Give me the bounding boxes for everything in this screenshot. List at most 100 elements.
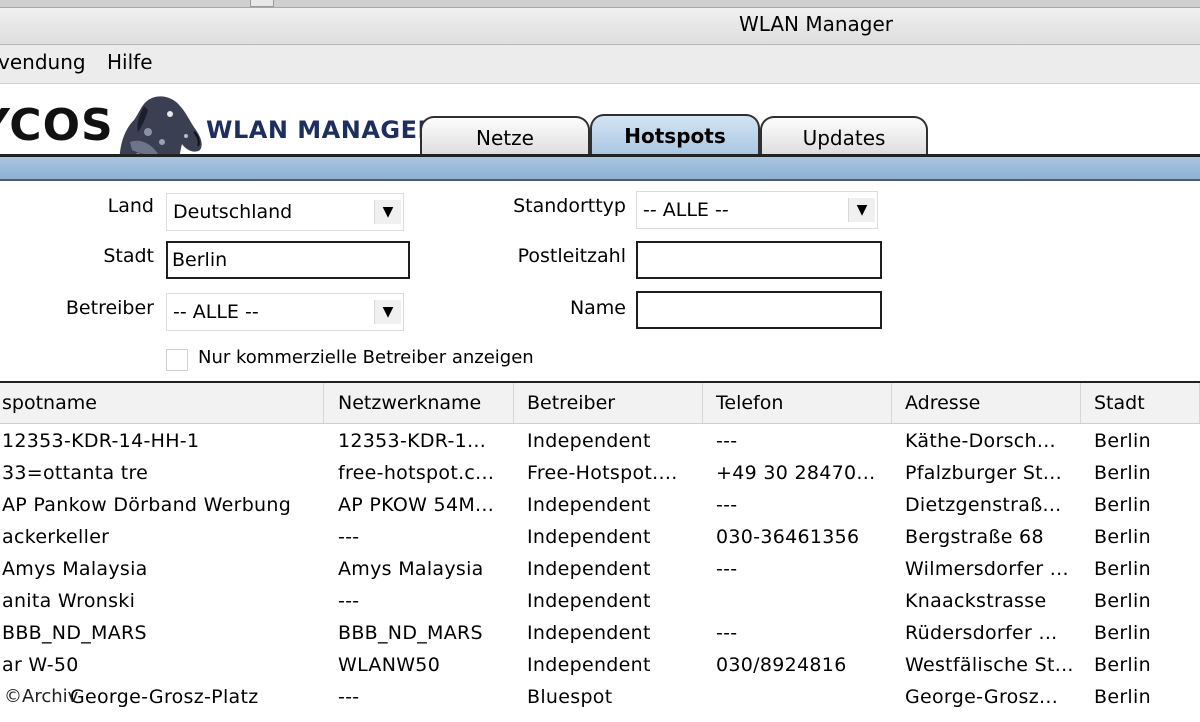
commercial-only-checkbox[interactable] bbox=[166, 349, 188, 371]
chevron-down-icon[interactable]: ▼ bbox=[848, 198, 875, 222]
table-cell: Westfälische St... bbox=[905, 654, 1074, 676]
table-cell: Berlin bbox=[1094, 526, 1151, 548]
table-cell: Rüdersdorfer ... bbox=[905, 622, 1058, 644]
standorttyp-select[interactable]: -- ALLE -- ▼ bbox=[636, 191, 878, 229]
column-header-hotspotname[interactable]: spotname bbox=[0, 383, 324, 423]
commercial-only-label: Nur kommerzielle Betreiber anzeigen bbox=[198, 347, 534, 368]
table-cell: anita Wronski bbox=[2, 590, 136, 612]
table-cell: Käthe-Dorsch... bbox=[905, 430, 1056, 452]
postleitzahl-label: Postleitzahl bbox=[517, 245, 626, 267]
table-cell: Berlin bbox=[1094, 686, 1151, 708]
table-cell: free-hotspot.c... bbox=[338, 462, 495, 484]
table-cell: Bergstraße 68 bbox=[905, 526, 1044, 548]
table-cell: 33=ottanta tre bbox=[2, 462, 149, 484]
table-row[interactable]: anita Wronski --- Independent Knaackstra… bbox=[0, 585, 1200, 617]
archive-watermark: ©Archiv bbox=[4, 686, 79, 707]
betreiber-select-value: -- ALLE -- bbox=[173, 301, 259, 323]
table-cell: Dietzgenstraß... bbox=[905, 494, 1062, 516]
betreiber-select[interactable]: -- ALLE -- ▼ bbox=[166, 293, 404, 331]
table-cell: Wilmersdorfer ... bbox=[905, 558, 1069, 580]
table-cell: Amys Malaysia bbox=[2, 558, 148, 580]
tab-hotspots[interactable]: Hotspots bbox=[590, 114, 760, 156]
table-cell: George-Grosz-Platz bbox=[70, 686, 259, 708]
tab-netze[interactable]: Netze bbox=[420, 116, 590, 156]
table-cell: Free-Hotspot.... bbox=[527, 462, 678, 484]
table-cell: Amys Malaysia bbox=[338, 558, 484, 580]
name-input[interactable] bbox=[636, 291, 882, 329]
table-cell: --- bbox=[338, 590, 360, 612]
table-cell: Berlin bbox=[1094, 430, 1151, 452]
menu-item-hilfe[interactable]: Hilfe bbox=[107, 50, 153, 74]
window-title: WLAN Manager bbox=[738, 12, 894, 36]
table-cell: WLANW50 bbox=[338, 654, 441, 676]
table-cell: Independent bbox=[527, 526, 651, 548]
standorttyp-label: Standorttyp bbox=[513, 195, 626, 217]
table-cell: --- bbox=[716, 430, 738, 452]
table-cell: Pfalzburger St... bbox=[905, 462, 1062, 484]
table-cell: Berlin bbox=[1094, 494, 1151, 516]
table-cell bbox=[704, 585, 892, 617]
land-select-value: Deutschland bbox=[173, 201, 293, 223]
table-row[interactable]: 33=ottanta tre free-hotspot.c... Free-Ho… bbox=[0, 457, 1200, 489]
menu-item-anwendung[interactable]: vendung bbox=[0, 50, 86, 74]
table-cell: AP PKOW 54M... bbox=[338, 494, 495, 516]
table-cell: Berlin bbox=[1094, 590, 1151, 612]
column-header-betreiber[interactable]: Betreiber bbox=[515, 383, 703, 423]
table-cell: Independent bbox=[527, 430, 651, 452]
table-cell: ackerkeller bbox=[2, 526, 110, 548]
window-strip-handle bbox=[250, 0, 274, 7]
table-row[interactable]: AP Pankow Dörband Werbung AP PKOW 54M...… bbox=[0, 489, 1200, 521]
table-cell: --- bbox=[338, 526, 360, 548]
column-header-telefon[interactable]: Telefon bbox=[704, 383, 892, 423]
table-row[interactable]: ar W-50 WLANW50 Independent 030/8924816 … bbox=[0, 649, 1200, 681]
table-row[interactable]: ackerkeller --- Independent 030-36461356… bbox=[0, 521, 1200, 553]
table-cell: Independent bbox=[527, 494, 651, 516]
table-row[interactable]: 12353-KDR-14-HH-1 12353-KDR-1... Indepen… bbox=[0, 425, 1200, 457]
land-select[interactable]: Deutschland ▼ bbox=[166, 193, 404, 231]
table-cell: BBB_ND_MARS bbox=[2, 622, 147, 644]
table-cell: --- bbox=[716, 558, 738, 580]
table-header-row: spotname Netzwerkname Betreiber Telefon … bbox=[0, 383, 1200, 424]
table-cell: Independent bbox=[527, 558, 651, 580]
hotspot-results-table: spotname Netzwerkname Betreiber Telefon … bbox=[0, 381, 1200, 722]
window-title-bar[interactable]: WLAN Manager bbox=[0, 0, 1200, 45]
table-cell: Berlin bbox=[1094, 654, 1151, 676]
table-cell: 12353-KDR-14-HH-1 bbox=[2, 430, 200, 452]
table-cell: ar W-50 bbox=[2, 654, 79, 676]
product-name: WLAN MANAGER bbox=[206, 116, 437, 144]
name-label: Name bbox=[569, 297, 626, 319]
table-cell: --- bbox=[338, 686, 360, 708]
tab-hotspots-label: Hotspots bbox=[624, 124, 726, 148]
table-cell: Independent bbox=[527, 654, 651, 676]
table-cell: 12353-KDR-1... bbox=[338, 430, 487, 452]
chevron-down-icon[interactable]: ▼ bbox=[374, 200, 401, 224]
table-cell: Berlin bbox=[1094, 462, 1151, 484]
tab-updates[interactable]: Updates bbox=[760, 116, 928, 156]
table-cell: George-Grosz... bbox=[905, 686, 1059, 708]
window-top-strip bbox=[0, 0, 1200, 8]
table-cell: Independent bbox=[527, 622, 651, 644]
stadt-input[interactable]: Berlin bbox=[166, 241, 410, 279]
tab-netze-label: Netze bbox=[476, 126, 534, 150]
column-header-adresse[interactable]: Adresse bbox=[893, 383, 1081, 423]
table-row[interactable]: Amys Malaysia Amys Malaysia Independent … bbox=[0, 553, 1200, 585]
stadt-label: Stadt bbox=[103, 245, 154, 267]
hotspot-filter-form: Land Deutschland ▼ Stadt Berlin Betreibe… bbox=[0, 181, 1200, 381]
betreiber-label: Betreiber bbox=[65, 297, 154, 319]
table-row[interactable]: BBB_ND_MARS BBB_ND_MARS Independent --- … bbox=[0, 617, 1200, 649]
table-cell: --- bbox=[716, 622, 738, 644]
standorttyp-select-value: -- ALLE -- bbox=[643, 199, 729, 221]
table-cell: Berlin bbox=[1094, 558, 1151, 580]
table-cell: +49 30 28470... bbox=[716, 462, 876, 484]
column-header-stadt[interactable]: Stadt bbox=[1082, 383, 1200, 423]
table-cell: 030/8924816 bbox=[716, 654, 847, 676]
table-cell: AP Pankow Dörband Werbung bbox=[2, 494, 292, 516]
table-cell: BBB_ND_MARS bbox=[338, 622, 483, 644]
chevron-down-icon[interactable]: ▼ bbox=[374, 300, 401, 324]
column-header-netzwerkname[interactable]: Netzwerkname bbox=[326, 383, 514, 423]
table-cell: Bluespot bbox=[527, 686, 613, 708]
postleitzahl-input[interactable] bbox=[636, 241, 882, 279]
table-cell bbox=[704, 681, 892, 713]
table-row[interactable]: George-Grosz-Platz --- Bluespot George-G… bbox=[0, 681, 1200, 713]
brand-logo-text: YCOS bbox=[0, 100, 114, 151]
